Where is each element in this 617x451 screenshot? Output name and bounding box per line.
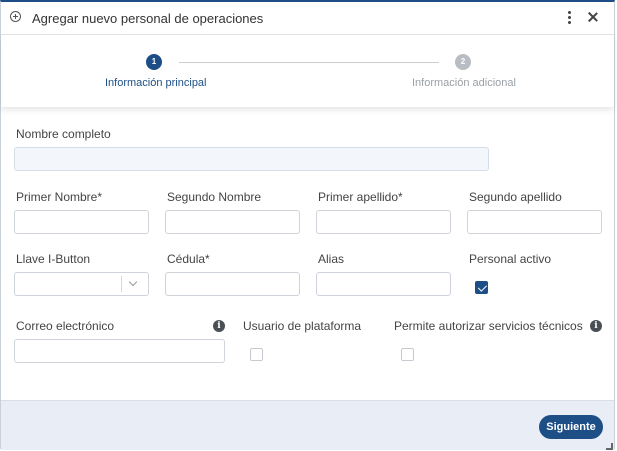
- nombre-completo-label: Nombre completo: [16, 127, 111, 141]
- segundo-apellido-field[interactable]: [467, 210, 602, 234]
- alias-label: Alias: [318, 252, 345, 266]
- correo-field[interactable]: [14, 339, 225, 363]
- dialog-title: Agregar nuevo personal de operaciones: [32, 11, 264, 26]
- chevron-down-icon[interactable]: [128, 277, 138, 287]
- step-1-label[interactable]: Información principal: [105, 77, 207, 89]
- permite-autorizar-label: Permite autorizar servicios técnicos: [394, 319, 583, 333]
- primer-nombre-field[interactable]: [14, 210, 149, 234]
- cedula-label: Cédula*: [167, 252, 210, 266]
- segundo-apellido-label: Segundo apellido: [469, 190, 562, 204]
- segundo-nombre-label: Segundo Nombre: [167, 190, 262, 204]
- plus-circle-icon: [10, 11, 21, 22]
- dialog-titlebar: Agregar nuevo personal de operaciones: [1, 2, 614, 35]
- llave-ibutton-label: Llave I-Button: [16, 252, 91, 266]
- info-icon[interactable]: i: [590, 320, 602, 332]
- llave-ibutton-select[interactable]: [14, 272, 149, 296]
- segundo-nombre-field[interactable]: [165, 210, 300, 234]
- next-button[interactable]: Siguiente: [539, 415, 603, 439]
- dialog-footer: Siguiente: [1, 400, 614, 450]
- permite-autorizar-checkbox[interactable]: [401, 348, 414, 361]
- check-icon: [477, 282, 487, 291]
- nombre-completo-field[interactable]: [14, 147, 489, 171]
- stepper: 1 2 Información principal Información ad…: [1, 35, 614, 107]
- alias-field[interactable]: [316, 272, 451, 296]
- dialog: Agregar nuevo personal de operaciones 1 …: [0, 0, 615, 450]
- close-icon[interactable]: [586, 10, 600, 24]
- primer-nombre-label: Primer Nombre*: [16, 190, 103, 204]
- resize-grip-icon[interactable]: [606, 443, 613, 450]
- personal-activo-checkbox[interactable]: [475, 281, 488, 294]
- primer-apellido-label: Primer apellido*: [318, 190, 403, 204]
- step-2-label[interactable]: Información adicional: [412, 77, 516, 89]
- kebab-menu-icon[interactable]: [564, 11, 574, 25]
- cedula-field[interactable]: [165, 272, 300, 296]
- step-2-indicator[interactable]: 2: [455, 54, 471, 70]
- usuario-plataforma-checkbox[interactable]: [250, 348, 263, 361]
- primer-apellido-field[interactable]: [316, 210, 451, 234]
- personal-activo-label: Personal activo: [469, 252, 552, 266]
- select-divider: [121, 276, 122, 292]
- correo-label: Correo electrónico: [16, 319, 115, 333]
- usuario-plataforma-label: Usuario de plataforma: [243, 319, 362, 333]
- step-1-indicator[interactable]: 1: [146, 54, 162, 70]
- info-icon[interactable]: i: [213, 320, 225, 332]
- step-connector: [179, 62, 439, 63]
